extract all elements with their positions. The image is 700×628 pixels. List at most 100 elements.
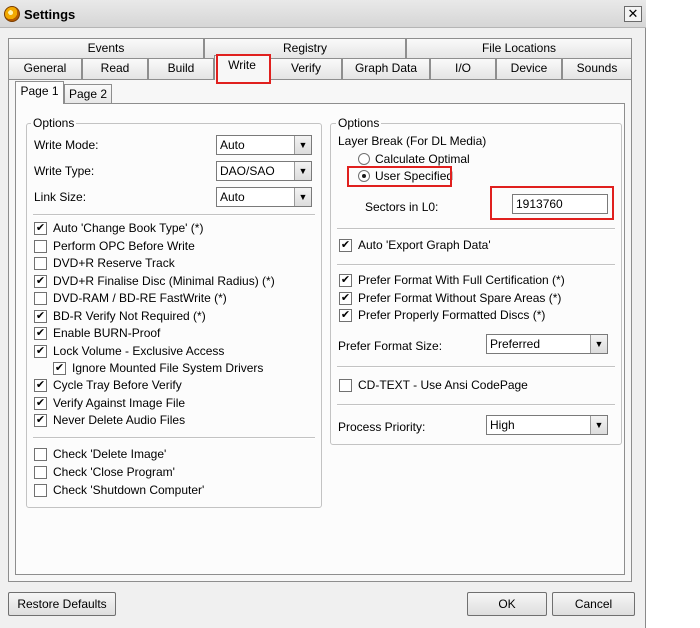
checkbox-box[interactable]: ✔ (34, 275, 47, 288)
checkbox-item[interactable]: ✔ Prefer Format Without Spare Areas (*) (339, 291, 614, 307)
write-type-select[interactable]: DAO/SAO ▼ (216, 161, 312, 181)
checkbox-box[interactable]: ✔ (34, 414, 47, 427)
tab-events[interactable]: Events (8, 38, 204, 59)
tab-io[interactable]: I/O (430, 58, 496, 79)
tab-file-locations[interactable]: File Locations (406, 38, 632, 59)
link-size-select[interactable]: Auto ▼ (216, 187, 312, 207)
subtab-page-2[interactable]: Page 2 (64, 84, 112, 104)
radio-user-dot[interactable] (358, 170, 370, 182)
separator (337, 404, 615, 406)
checkbox-box[interactable]: ✔ (339, 292, 352, 305)
checkbox-item[interactable]: ✔ BD-R Verify Not Required (*) (34, 309, 314, 325)
checkbox-box[interactable] (339, 379, 352, 392)
separator (337, 366, 615, 368)
ok-button[interactable]: OK (467, 592, 547, 616)
cancel-button[interactable]: Cancel (552, 592, 635, 616)
checkbox-box[interactable]: ✔ (53, 362, 66, 375)
subtab-page-1[interactable]: Page 1 (15, 81, 64, 104)
prefer-format-size-select[interactable]: Preferred ▼ (486, 334, 608, 354)
checkbox-item[interactable]: DVD+R Reserve Track (34, 256, 314, 272)
close-button[interactable]: ✕ (624, 6, 642, 22)
checkbox-auto-export[interactable]: ✔ Auto 'Export Graph Data' (339, 238, 579, 254)
checkbox-box[interactable]: ✔ (339, 239, 352, 252)
checkbox-label: DVD+R Finalise Disc (Minimal Radius) (*) (53, 274, 275, 288)
link-size-label: Link Size: (34, 190, 87, 204)
checkbox-label: Cycle Tray Before Verify (53, 378, 182, 392)
checkbox-box[interactable]: ✔ (34, 379, 47, 392)
separator (33, 214, 315, 216)
sectors-label: Sectors in L0: (365, 200, 439, 214)
separator (33, 437, 315, 439)
app-disc-icon (4, 6, 20, 22)
chevron-down-icon[interactable]: ▼ (590, 335, 607, 353)
checkbox-box[interactable] (34, 240, 47, 253)
chevron-down-icon[interactable]: ▼ (590, 416, 607, 434)
chevron-down-icon[interactable]: ▼ (294, 136, 311, 154)
chevron-down-icon[interactable]: ▼ (294, 188, 311, 206)
tab-verify[interactable]: Verify (270, 58, 342, 79)
tab-device[interactable]: Device (496, 58, 562, 79)
checkbox-item[interactable]: ✔ DVD+R Finalise Disc (Minimal Radius) (*… (34, 274, 314, 290)
checkbox-label: DVD+R Reserve Track (53, 256, 175, 270)
checkbox-item[interactable]: Perform OPC Before Write (34, 239, 314, 255)
chevron-down-icon[interactable]: ▼ (294, 162, 311, 180)
tab-read[interactable]: Read (82, 58, 148, 79)
checkbox-box[interactable] (34, 484, 47, 497)
checkbox-label: DVD-RAM / BD-RE FastWrite (*) (53, 291, 227, 305)
checkbox-item[interactable]: ✔ Prefer Format With Full Certification (… (339, 273, 614, 289)
checkbox-box[interactable] (34, 292, 47, 305)
checkbox-box[interactable]: ✔ (34, 345, 47, 358)
checkbox-item[interactable]: ✔ Never Delete Audio Files (34, 413, 314, 429)
process-priority-label: Process Priority: (338, 420, 426, 434)
write-type-value: DAO/SAO (220, 164, 275, 178)
checkbox-box[interactable]: ✔ (34, 310, 47, 323)
checkbox-box[interactable] (34, 466, 47, 479)
layer-break-label: Layer Break (For DL Media) (338, 134, 487, 148)
checkbox-box[interactable]: ✔ (339, 309, 352, 322)
checkbox-box[interactable]: ✔ (34, 222, 47, 235)
checkbox-item[interactable]: ✔ Prefer Properly Formatted Discs (*) (339, 308, 614, 324)
left-options-label: Options (31, 116, 77, 130)
checkbox-box[interactable]: ✔ (34, 327, 47, 340)
checkbox-label: Check 'Shutdown Computer' (53, 483, 205, 497)
tab-general[interactable]: General (8, 58, 82, 79)
right-options-label: Options (336, 116, 382, 130)
checkbox-box[interactable] (34, 448, 47, 461)
prefer-format-size-value: Preferred (490, 337, 541, 351)
checkbox-item[interactable]: Check 'Shutdown Computer' (34, 483, 294, 499)
checkbox-label: Auto 'Change Book Type' (*) (53, 221, 204, 235)
tab-build[interactable]: Build (148, 58, 214, 79)
checkbox-label: Never Delete Audio Files (53, 413, 186, 427)
checkbox-item[interactable]: ✔ Ignore Mounted File System Drivers (53, 361, 333, 377)
checkbox-item[interactable]: ✔ Auto 'Change Book Type' (*) (34, 221, 314, 237)
checkbox-label: Auto 'Export Graph Data' (358, 238, 491, 252)
checkbox-item[interactable]: ✔ Cycle Tray Before Verify (34, 378, 314, 394)
checkbox-label: Prefer Format Without Spare Areas (*) (358, 291, 562, 305)
checkbox-box[interactable] (34, 257, 47, 270)
checkbox-item[interactable]: Check 'Close Program' (34, 465, 294, 481)
radio-user-specified[interactable]: User Specified (358, 168, 458, 184)
checkbox-label: Lock Volume - Exclusive Access (53, 344, 225, 358)
checkbox-label: Check 'Close Program' (53, 465, 175, 479)
radio-user-label: User Specified (375, 169, 454, 183)
restore-defaults-button[interactable]: Restore Defaults (8, 592, 116, 616)
checkbox-item[interactable]: DVD-RAM / BD-RE FastWrite (*) (34, 291, 314, 307)
checkbox-item[interactable]: ✔ Verify Against Image File (34, 396, 314, 412)
checkbox-cd-text[interactable]: CD-TEXT - Use Ansi CodePage (339, 378, 559, 394)
write-mode-select[interactable]: Auto ▼ (216, 135, 312, 155)
checkbox-label: Verify Against Image File (53, 396, 186, 410)
tab-graph-data[interactable]: Graph Data (342, 58, 430, 79)
sectors-in-l0-input[interactable]: 1913760 (512, 194, 608, 214)
checkbox-item[interactable]: Check 'Delete Image' (34, 447, 294, 463)
checkbox-item[interactable]: ✔ Enable BURN-Proof (34, 326, 314, 342)
radio-calculate-dot[interactable] (358, 153, 370, 165)
checkbox-label: Prefer Properly Formatted Discs (*) (358, 308, 546, 322)
process-priority-select[interactable]: High ▼ (486, 415, 608, 435)
checkbox-item[interactable]: ✔ Lock Volume - Exclusive Access (34, 344, 314, 360)
checkbox-box[interactable]: ✔ (34, 397, 47, 410)
radio-calculate-optimal[interactable]: Calculate Optimal (358, 151, 488, 167)
checkbox-box[interactable]: ✔ (339, 274, 352, 287)
checkbox-label: Prefer Format With Full Certification (*… (358, 273, 565, 287)
tab-write[interactable]: Write (214, 55, 270, 80)
tab-sounds[interactable]: Sounds (562, 58, 632, 79)
